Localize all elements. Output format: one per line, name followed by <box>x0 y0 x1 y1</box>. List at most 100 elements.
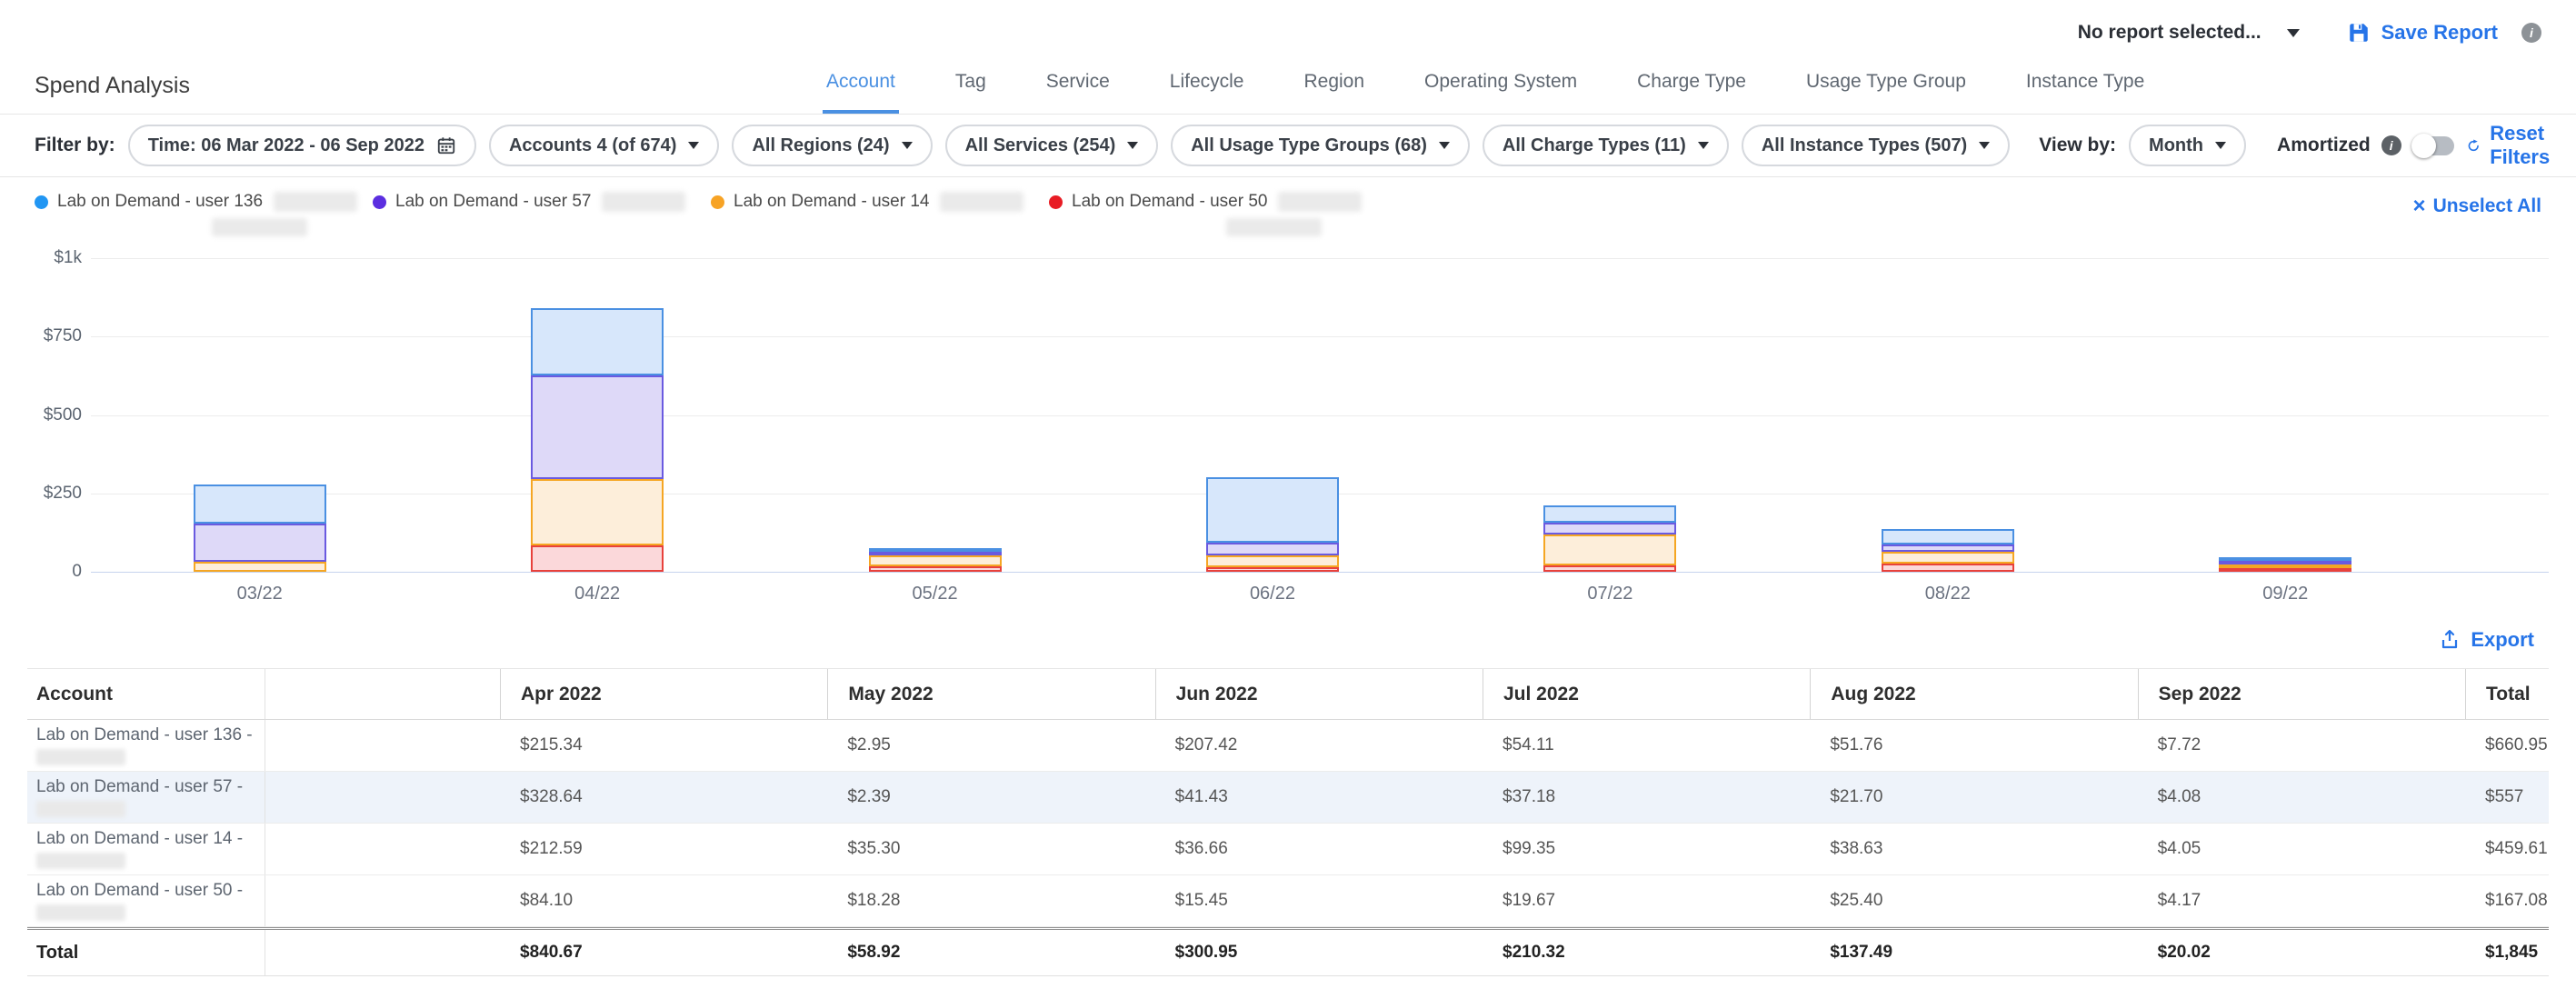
bar-segment[interactable] <box>1206 543 1339 555</box>
redacted-text <box>1278 192 1362 212</box>
filter-pill[interactable]: Accounts 4 (of 674) <box>489 125 719 166</box>
stacked-bar <box>194 485 326 572</box>
y-axis-tick-label: $250 <box>29 484 82 504</box>
view-by-label: View by: <box>2039 135 2116 156</box>
view-by-value: Month <box>2149 135 2203 156</box>
legend-item[interactable]: Lab on Demand - user 50 <box>1049 192 1387 236</box>
bar-segment[interactable] <box>1206 567 1339 572</box>
amortized-group: Amortized i <box>2277 135 2454 156</box>
filter-by-label: Filter by: <box>35 135 115 156</box>
value-cell: $25.40 <box>1810 875 2137 926</box>
legend-item[interactable]: Lab on Demand - user 136 <box>35 192 373 236</box>
legend-item[interactable]: Lab on Demand - user 57 <box>373 192 711 212</box>
stacked-bar <box>1882 529 2014 572</box>
table-header-row: AccountApr 2022May 2022Jun 2022Jul 2022A… <box>27 669 2549 720</box>
legend-item-label: Lab on Demand - user 50 <box>1072 192 1267 212</box>
redacted-text <box>36 749 125 765</box>
unselect-all-button[interactable]: × Unselect All <box>2413 195 2541 217</box>
filter-pill[interactable]: All Instance Types (507) <box>1742 125 2010 166</box>
bar-segment[interactable] <box>2219 568 2351 572</box>
bar-segment[interactable] <box>1543 523 1676 534</box>
redacted-text <box>36 801 125 817</box>
bar-segment[interactable] <box>531 545 664 572</box>
tab-account[interactable]: Account <box>823 53 899 114</box>
tab-region[interactable]: Region <box>1300 53 1368 114</box>
bar-segment[interactable] <box>194 524 326 562</box>
x-axis: 03/2204/2205/2206/2207/2208/2209/22 <box>91 584 2454 604</box>
bar-segment[interactable] <box>1882 544 2014 551</box>
tab-charge-type[interactable]: Charge Type <box>1633 53 1750 114</box>
amortized-toggle[interactable] <box>2412 136 2454 155</box>
legend-item-line: Lab on Demand - user 50 <box>1049 192 1387 212</box>
column-header: Aug 2022 <box>1810 669 2137 719</box>
stacked-bar <box>2219 557 2351 572</box>
filter-pill[interactable]: All Usage Type Groups (68) <box>1171 125 1470 166</box>
amortized-label: Amortized <box>2277 135 2371 156</box>
chart-plot: $1k$750$500$2500 <box>91 258 2549 572</box>
tab-usage-type-group[interactable]: Usage Type Group <box>1802 53 1970 114</box>
spacer-cell <box>265 875 500 926</box>
info-icon[interactable]: i <box>2521 23 2541 43</box>
spend-table: AccountApr 2022May 2022Jun 2022Jul 2022A… <box>27 668 2549 976</box>
legend-item-line: Lab on Demand - user 14 <box>711 192 1049 212</box>
column-header-label: Account <box>36 684 113 704</box>
tab-operating-system[interactable]: Operating System <box>1421 53 1581 114</box>
tab-lifecycle[interactable]: Lifecycle <box>1166 53 1248 114</box>
column-header: Jun 2022 <box>1155 669 1483 719</box>
bar-segment[interactable] <box>1206 555 1339 567</box>
report-selector-dropdown[interactable]: No report selected... <box>2078 22 2300 44</box>
bar-segment[interactable] <box>1543 565 1676 572</box>
legend-dot-icon <box>35 195 48 209</box>
value-cell: $51.76 <box>1810 720 2137 771</box>
y-axis-tick-label: $1k <box>29 248 82 268</box>
chevron-down-icon <box>1439 142 1450 149</box>
bar-segment[interactable] <box>531 308 664 375</box>
bar-segment[interactable] <box>1206 477 1339 543</box>
chart-legend: Lab on Demand - user 136Lab on Demand - … <box>0 177 2576 244</box>
bar-slot <box>1442 258 1779 572</box>
redacted-text <box>940 192 1023 212</box>
info-icon[interactable]: i <box>2381 135 2401 155</box>
tab-instance-type[interactable]: Instance Type <box>2022 53 2148 114</box>
value-cell: $99.35 <box>1483 824 1810 874</box>
bar-segment[interactable] <box>194 485 326 523</box>
value-cell: $35.30 <box>827 824 1154 874</box>
save-report-button[interactable]: Save Report <box>2347 21 2498 45</box>
bar-segment[interactable] <box>531 375 664 478</box>
bar-segment[interactable] <box>1882 564 2014 572</box>
view-by-dropdown[interactable]: Month <box>2129 125 2246 166</box>
account-name: Lab on Demand - user 50 - <box>36 881 243 901</box>
bar-segment[interactable] <box>531 479 664 545</box>
table-total-row: Total$840.67$58.92$300.95$210.32$137.49$… <box>27 927 2549 976</box>
bar-segment[interactable] <box>1882 529 2014 545</box>
legend-item[interactable]: Lab on Demand - user 14 <box>711 192 1049 212</box>
save-icon <box>2347 21 2371 45</box>
x-axis-tick-label: 06/22 <box>1103 584 1441 604</box>
bar-segment[interactable] <box>869 555 1002 566</box>
filter-pill[interactable]: All Charge Types (11) <box>1483 125 1729 166</box>
x-axis-tick-label: 07/22 <box>1442 584 1779 604</box>
filter-pill[interactable]: All Regions (24) <box>732 125 932 166</box>
value-cell: $557 <box>2465 772 2549 823</box>
export-button[interactable]: Export <box>2439 628 2534 652</box>
tab-service[interactable]: Service <box>1043 53 1113 114</box>
page-title: Spend Analysis <box>35 73 190 99</box>
bar-segment[interactable] <box>1882 552 2014 564</box>
tab-tag[interactable]: Tag <box>952 53 990 114</box>
reset-filters-button[interactable]: Reset Filters <box>2467 122 2560 169</box>
time-filter-pill[interactable]: Time: 06 Mar 2022 - 06 Sep 2022 <box>128 125 476 166</box>
bar-segment[interactable] <box>1543 534 1676 565</box>
report-selector-label: No report selected... <box>2078 22 2261 44</box>
bar-segment[interactable] <box>1543 505 1676 523</box>
spacer-cell <box>265 772 500 823</box>
value-cell: $15.45 <box>1155 875 1483 926</box>
chevron-down-icon <box>1698 142 1709 149</box>
filter-pill[interactable]: All Services (254) <box>945 125 1159 166</box>
value-cell: $328.64 <box>500 772 827 823</box>
bar-segment[interactable] <box>194 562 326 572</box>
redacted-text <box>36 853 125 869</box>
stacked-bar <box>1206 477 1339 572</box>
bar-segment[interactable] <box>869 566 1002 572</box>
value-cell: $4.17 <box>2138 875 2465 926</box>
bar-slot <box>91 258 428 572</box>
